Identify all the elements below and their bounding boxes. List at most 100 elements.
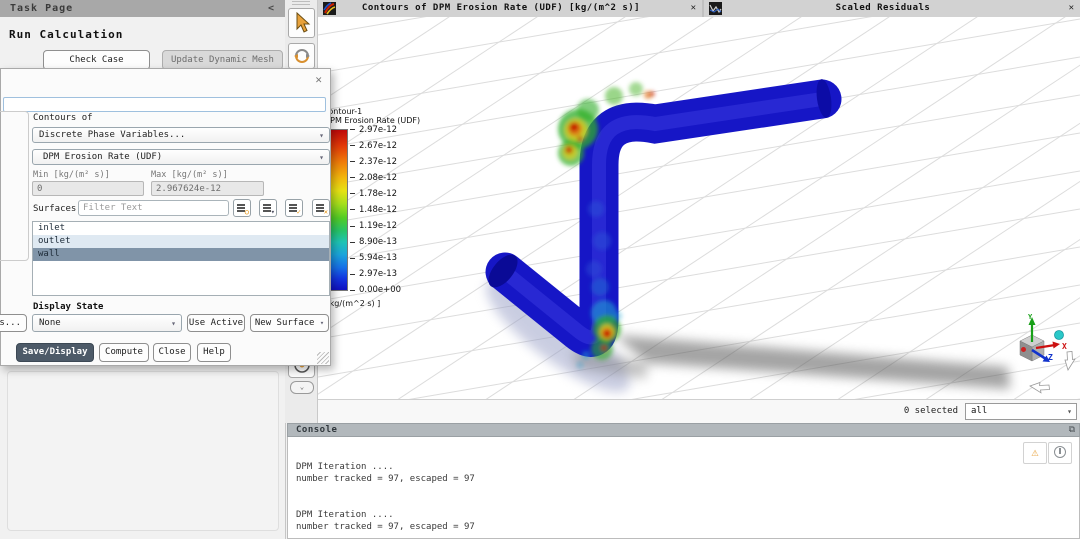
field-category-value: Discrete Phase Variables... <box>39 128 185 143</box>
new-surface-list-button[interactable]: ○ <box>233 199 251 217</box>
chevron-down-icon: ▾ <box>271 208 275 216</box>
tab-residuals-title: Scaled Residuals <box>704 0 1062 17</box>
dialog-resize-grip[interactable] <box>317 352 329 364</box>
dialog-close-icon[interactable]: ✕ <box>315 73 322 86</box>
contours-of-label: Contours of <box>33 113 93 123</box>
chevron-down-icon: ▾ <box>319 150 324 165</box>
new-surface-button-label: New Surface <box>255 318 315 328</box>
min-label: Min [kg/(m² s)] <box>33 170 110 180</box>
tab-residuals-close-icon[interactable]: ✕ <box>1069 0 1074 17</box>
deselect-all-surfaces-button[interactable]: ✕ <box>312 199 330 217</box>
fluent-application-window: Task Page < Run Calculation Check Case U… <box>0 0 1080 539</box>
console-panel: Console ⧉ ⚠ DPM Iteration .... number tr… <box>287 423 1080 539</box>
compute-button[interactable]: Compute <box>99 343 149 362</box>
legend-tick-label: 2.97e-13 <box>359 269 397 279</box>
rotate-left-arrow-icon <box>1030 383 1050 393</box>
display-state-dropdown[interactable]: None ▾ <box>32 314 182 332</box>
legend-tick-label: 1.48e-12 <box>359 205 397 215</box>
console-title: Console <box>288 424 1079 437</box>
surface-list: inlet outlet wall <box>32 221 330 296</box>
surface-list-item-wall[interactable]: wall <box>33 248 329 261</box>
legend-tick-label: 2.37e-12 <box>359 157 397 167</box>
surfaces-label: Surfaces <box>33 204 76 214</box>
cursor-arrow-icon <box>293 12 311 34</box>
surface-selection-bar: 0 selected all ▾ <box>318 399 1080 423</box>
new-surface-button[interactable]: New Surface ▾ <box>250 314 329 332</box>
legend-tick-label: 5.94e-13 <box>359 253 397 263</box>
contour-legend: contour-1 DPM Erosion Rate (UDF) 2.97e-1… <box>324 107 420 308</box>
tab-contours-close-icon[interactable]: ✕ <box>691 0 696 17</box>
task-page-title: Task Page <box>10 3 73 14</box>
legend-tick-label: 2.08e-12 <box>359 173 397 183</box>
chevron-down-icon: ▾ <box>1067 404 1072 419</box>
console-popout-icon[interactable]: ⧉ <box>1069 424 1075 437</box>
graphics-viewport[interactable]: Y X Z contour-1 DPM Erosion Rate (UDF) 2… <box>318 17 1080 399</box>
display-state-value: None <box>39 315 61 332</box>
chevron-down-icon: ▾ <box>320 319 324 327</box>
chevron-down-icon: ▾ <box>319 128 324 143</box>
update-dynamic-mesh-button[interactable]: Update Dynamic Mesh <box>162 50 283 70</box>
collapse-panel-icon[interactable]: < <box>268 0 275 17</box>
triad-z-label: Z <box>1048 353 1053 362</box>
console-header: Console ⧉ <box>287 423 1080 437</box>
legend-unit-label: [ kg/(m^2 s) ] <box>324 299 420 308</box>
info-icon <box>1054 446 1066 458</box>
help-button[interactable]: Help <box>197 343 231 362</box>
surface-list-item-outlet[interactable]: outlet <box>33 235 329 248</box>
tab-contours[interactable]: Contours of DPM Erosion Rate (UDF) [kg/(… <box>318 0 704 17</box>
tab-contours-title: Contours of DPM Erosion Rate (UDF) [kg/(… <box>318 0 684 17</box>
warning-icon: ⚠ <box>1031 445 1038 459</box>
console-output-text: DPM Iteration .... number tracked = 97, … <box>296 461 475 533</box>
triad-x-label: X <box>1062 342 1067 351</box>
tab-residuals[interactable]: Scaled Residuals ✕ <box>704 0 1080 17</box>
max-value-field[interactable] <box>151 181 264 196</box>
surface-list-item-inlet[interactable]: inlet <box>33 222 329 235</box>
display-state-label: Display State <box>33 302 103 312</box>
max-label: Max [kg/(m² s)] <box>151 170 228 180</box>
task-page-groupbox <box>7 371 279 531</box>
close-button[interactable]: Close <box>153 343 191 362</box>
rotate-up-arrow-icon <box>1065 352 1075 371</box>
surface-filter-dropdown[interactable]: all ▾ <box>965 403 1077 420</box>
check-case-button[interactable]: Check Case <box>43 50 150 70</box>
legend-title: contour-1 <box>324 107 420 116</box>
collapse-toolbar-button[interactable]: ⌄ <box>290 381 314 394</box>
legend-tick-label: 8.90e-13 <box>359 237 397 247</box>
options-groupbox-edge <box>0 111 29 261</box>
contour-name-input[interactable] <box>3 97 326 112</box>
use-active-button[interactable]: Use Active <box>187 314 245 332</box>
legend-tick-label: 2.97e-12 <box>359 125 397 135</box>
console-warnings-button[interactable]: ⚠ <box>1023 442 1047 464</box>
save-display-button[interactable]: Save/Display <box>16 343 94 362</box>
pointer-tool-button[interactable] <box>288 8 315 38</box>
task-page-header: Task Page < <box>0 0 285 17</box>
min-value-field[interactable] <box>32 181 144 196</box>
console-info-button[interactable] <box>1048 442 1072 464</box>
field-category-dropdown[interactable]: Discrete Phase Variables... ▾ <box>32 127 330 143</box>
floor-grid <box>318 17 1080 399</box>
selection-count-label: 0 selected <box>904 400 958 423</box>
console-body[interactable]: ⚠ DPM Iteration .... number tracked = 97… <box>287 437 1080 539</box>
contours-dialog: ✕ Contours of Discrete Phase Variables..… <box>0 68 331 366</box>
legend-tick-label: 1.78e-12 <box>359 189 397 199</box>
legend-tick-label: 2.67e-12 <box>359 141 397 151</box>
rotate-view-button[interactable] <box>288 43 315 69</box>
select-all-surfaces-button[interactable]: ✓ <box>285 199 303 217</box>
legend-tick-labels: 2.97e-12 2.67e-12 2.37e-12 2.08e-12 1.78… <box>350 125 401 295</box>
legend-tick-label: 0.00e+00 <box>359 285 401 295</box>
graphics-canvas[interactable]: Y X Z <box>318 17 1080 399</box>
check-icon: ✓ <box>297 208 301 216</box>
rotate-orbit-icon <box>293 47 311 65</box>
surface-filter-dropdown-value: all <box>971 406 987 416</box>
chevron-down-icon: ▾ <box>171 315 176 332</box>
sort-surface-list-button[interactable]: ▾ <box>259 199 277 217</box>
colormap-options-button[interactable]: s... <box>0 314 27 332</box>
x-icon: ✕ <box>324 208 328 216</box>
toolbar-grip-handle[interactable] <box>292 1 310 7</box>
field-variable-dropdown[interactable]: DPM Erosion Rate (UDF) ▾ <box>32 149 330 165</box>
run-calculation-title: Run Calculation <box>9 28 123 41</box>
legend-tick-label: 1.19e-12 <box>359 221 397 231</box>
surface-filter-input[interactable] <box>78 200 229 216</box>
graphics-tab-bar: Contours of DPM Erosion Rate (UDF) [kg/(… <box>318 0 1080 17</box>
field-variable-value: DPM Erosion Rate (UDF) <box>43 150 162 165</box>
